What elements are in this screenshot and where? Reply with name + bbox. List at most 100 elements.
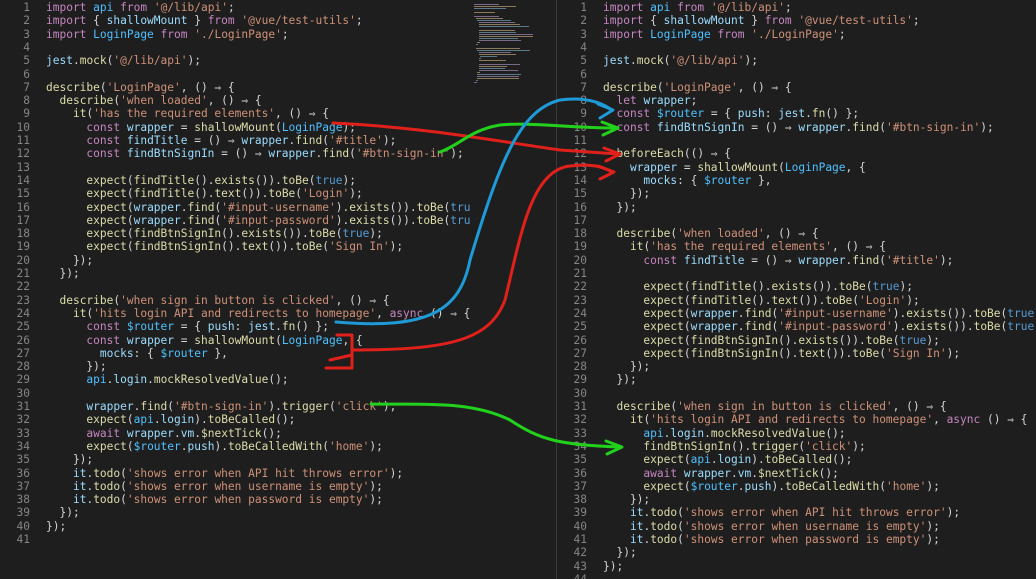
right-code-line[interactable]: 34 findBtnSignIn().trigger('click');	[557, 440, 1036, 453]
left-code-line[interactable]: 28 });	[0, 360, 470, 373]
right-code-line[interactable]: 21	[557, 267, 1036, 280]
left-code-line[interactable]: 38 it.todo('shows error when password is…	[0, 493, 470, 506]
right-code-line[interactable]: 24 expect(wrapper.find('#input-username'…	[557, 307, 1036, 320]
right-code-line[interactable]: 19 it('has the required elements', () ⇒ …	[557, 240, 1036, 253]
minimap-line	[474, 82, 477, 83]
right-code-line[interactable]: 33 api.login.mockResolvedValue();	[557, 427, 1036, 440]
left-code-line[interactable]: 21 });	[0, 267, 470, 280]
left-code-line[interactable]: 19 expect(findBtnSignIn().text()).toBe('…	[0, 240, 470, 253]
left-code-line[interactable]: 5 jest.mock('@/lib/api');	[0, 54, 470, 67]
code-text: expect(findTitle().text()).toBe('Login')…	[643, 293, 920, 307]
right-editor-pane[interactable]: 1 import api from '@/lib/api'; 2 import { s…	[557, 0, 1036, 579]
left-code-line[interactable]: 8 describe('when loaded', () ⇒ {	[0, 94, 470, 107]
right-code-line[interactable]: 26 expect(findBtnSignIn().exists()).toBe…	[557, 334, 1036, 347]
left-code-line[interactable]: 17 expect(wrapper.find('#input-password'…	[0, 214, 470, 227]
left-code-line[interactable]: 40});	[0, 520, 470, 533]
right-code-line[interactable]: 32 it('hits login API and redirects to h…	[557, 413, 1036, 426]
right-code-line[interactable]: 13 wrapper = shallowMount(LoginPage, {	[557, 161, 1036, 174]
line-number: 27	[16, 346, 30, 360]
code-text: api.login.mockResolvedValue();	[643, 426, 846, 440]
left-code-line[interactable]: 14 expect(findTitle().exists()).toBe(tru…	[0, 174, 470, 187]
left-code-line[interactable]: 12 const findBtnSignIn = () ⇒ wrapper.fi…	[0, 147, 470, 160]
minimap[interactable]	[470, 0, 540, 579]
right-code-line[interactable]: 36 await wrapper.vm.$nextTick();	[557, 467, 1036, 480]
left-code-line[interactable]: 16 expect(wrapper.find('#input-username'…	[0, 201, 470, 214]
left-code-line[interactable]: 20 });	[0, 254, 470, 267]
left-code-line[interactable]: 10 const wrapper = shallowMount(LoginPag…	[0, 121, 470, 134]
right-code-line[interactable]: 8 let wrapper;	[557, 94, 1036, 107]
left-code-line[interactable]: 6	[0, 68, 470, 81]
left-code-line[interactable]: 3 import LoginPage from './LoginPage';	[0, 28, 470, 41]
right-code-line[interactable]: 42 });	[557, 546, 1036, 559]
right-code-line[interactable]: 23 expect(findTitle().text()).toBe('Logi…	[557, 294, 1036, 307]
right-code-line[interactable]: 18 describe('when loaded', () ⇒ {	[557, 227, 1036, 240]
right-code-line[interactable]: 40 it.todo('shows error when username is…	[557, 520, 1036, 533]
left-code-line[interactable]: 36 it.todo('shows error when API hit thr…	[0, 467, 470, 480]
right-code-line[interactable]: 14 mocks: { $router },	[557, 174, 1036, 187]
left-code-line[interactable]: 13	[0, 161, 470, 174]
right-code-line[interactable]: 44	[557, 573, 1036, 579]
left-code-line[interactable]: 29 api.login.mockResolvedValue();	[0, 373, 470, 386]
line-number: 10	[573, 120, 587, 134]
left-code-line[interactable]: 32 expect(api.login).toBeCalled();	[0, 413, 470, 426]
right-code-line[interactable]: 38 });	[557, 493, 1036, 506]
right-code-line[interactable]: 31 describe('when sign in button is clic…	[557, 400, 1036, 413]
right-code-line[interactable]: 30	[557, 387, 1036, 400]
left-editor-pane[interactable]: 1 import api from '@/lib/api'; 2 import { s…	[0, 0, 470, 579]
right-code-line[interactable]: 2 import { shallowMount } from '@vue/test…	[557, 14, 1036, 27]
right-code-line[interactable]: 37 expect($router.push).toBeCalledWith('…	[557, 480, 1036, 493]
right-code-line[interactable]: 20 const findTitle = () ⇒ wrapper.find('…	[557, 254, 1036, 267]
code-text: expect($router.push).toBeCalledWith('hom…	[86, 439, 383, 453]
code-text: it.todo('shows error when password is em…	[629, 533, 940, 546]
left-code-line[interactable]: 33 await wrapper.vm.$nextTick();	[0, 427, 470, 440]
left-code-line[interactable]: 1 import api from '@/lib/api';	[0, 1, 470, 14]
right-code-line[interactable]: 15 });	[557, 187, 1036, 200]
left-code-line[interactable]: 31 wrapper.find('#btn-sign-in').trigger(…	[0, 400, 470, 413]
right-code-line[interactable]: 6	[557, 68, 1036, 81]
right-code-line[interactable]: 35 expect(api.login).toBeCalled();	[557, 453, 1036, 466]
left-code-line[interactable]: 26 const wrapper = shallowMount(LoginPag…	[0, 334, 470, 347]
left-code-line[interactable]: 30	[0, 387, 470, 400]
right-code-line[interactable]: 17	[557, 214, 1036, 227]
left-code-line[interactable]: 2 import { shallowMount } from '@vue/test…	[0, 14, 470, 27]
right-code-line[interactable]: 28 });	[557, 360, 1036, 373]
right-code-line[interactable]: 27 expect(findBtnSignIn().text()).toBe('…	[557, 347, 1036, 360]
left-code-line[interactable]: 37 it.todo('shows error when username is…	[0, 480, 470, 493]
right-code-line[interactable]: 41 it.todo('shows error when password is…	[557, 533, 1036, 546]
right-code-line[interactable]: 5 jest.mock('@/lib/api');	[557, 54, 1036, 67]
left-code-line[interactable]: 15 expect(findTitle().text()).toBe('Logi…	[0, 187, 470, 200]
left-code-line[interactable]: 39 });	[0, 506, 470, 519]
left-code-line[interactable]: 41	[0, 533, 470, 546]
left-code-line[interactable]: 9 it('has the required elements', () ⇒ {	[0, 107, 470, 120]
left-code-line[interactable]: 23 describe('when sign in button is clic…	[0, 294, 470, 307]
right-code-line[interactable]: 12 beforeEach(() ⇒ {	[557, 147, 1036, 160]
right-code-line[interactable]: 43});	[557, 560, 1036, 573]
left-code-line[interactable]: 35 });	[0, 453, 470, 466]
right-code-line[interactable]: 1 import api from '@/lib/api';	[557, 1, 1036, 14]
right-code-line[interactable]: 10 const findBtnSignIn = () ⇒ wrapper.fi…	[557, 121, 1036, 134]
left-code-line[interactable]: 27 mocks: { $router },	[0, 347, 470, 360]
left-code-line[interactable]: 18 expect(findBtnSignIn().exists()).toBe…	[0, 227, 470, 240]
left-code-line[interactable]: 4	[0, 41, 470, 54]
left-code-line[interactable]: 34 expect($router.push).toBeCalledWith('…	[0, 440, 470, 453]
left-code-line[interactable]: 11 const findTitle = () ⇒ wrapper.find('…	[0, 134, 470, 147]
left-code-line[interactable]: 25 const $router = { push: jest.fn() };	[0, 320, 470, 333]
right-code-line[interactable]: 25 expect(wrapper.find('#input-password'…	[557, 320, 1036, 333]
line-number: 25	[573, 320, 587, 334]
minimap-line	[475, 44, 479, 45]
line-number: 31	[16, 400, 30, 413]
right-code-line[interactable]: 11	[557, 134, 1036, 147]
left-code-line[interactable]: 22	[0, 280, 470, 293]
line-number: 37	[573, 479, 587, 493]
right-code-line[interactable]: 9 const $router = { push: jest.fn() };	[557, 107, 1036, 120]
line-number: 31	[573, 400, 587, 413]
right-code-line[interactable]: 22 expect(findTitle().exists()).toBe(tru…	[557, 280, 1036, 293]
left-code-line[interactable]: 7 describe('LoginPage', () ⇒ {	[0, 81, 470, 94]
right-code-line[interactable]: 29 });	[557, 373, 1036, 386]
right-code-line[interactable]: 39 it.todo('shows error when API hit thr…	[557, 506, 1036, 519]
right-code-line[interactable]: 7 describe('LoginPage', () ⇒ {	[557, 81, 1036, 94]
right-code-line[interactable]: 4	[557, 41, 1036, 54]
right-code-line[interactable]: 16 });	[557, 201, 1036, 214]
left-code-line[interactable]: 24 it('hits login API and redirects to h…	[0, 307, 470, 320]
right-code-line[interactable]: 3 import LoginPage from './LoginPage';	[557, 28, 1036, 41]
